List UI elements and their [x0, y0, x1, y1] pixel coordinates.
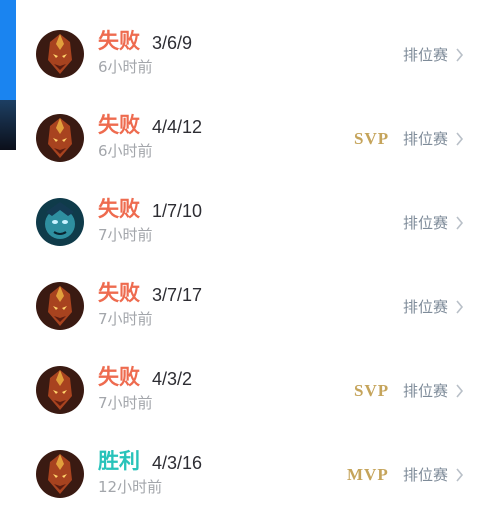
kda-score: 4/3/16	[152, 453, 203, 473]
match-row[interactable]: 失败 1/7/10 7小时前 排位赛	[0, 168, 500, 252]
game-mode-label: 排位赛	[403, 382, 449, 400]
kda-score: 4/3/2	[152, 369, 193, 389]
match-result-label: 失败	[98, 365, 140, 389]
match-result-label: 失败	[98, 197, 140, 221]
match-time: 6小时前	[98, 58, 153, 76]
armored-hero-avatar-icon	[36, 450, 84, 498]
kda-score: 4/4/12	[152, 117, 203, 137]
kda-score: 3/6/9	[152, 33, 193, 53]
game-mode-label: 排位赛	[403, 214, 449, 232]
game-mode-label: 排位赛	[403, 46, 449, 64]
chevron-right-icon	[456, 300, 464, 314]
blue-hero-avatar-icon	[36, 198, 84, 246]
svp-badge: SVP	[354, 381, 390, 400]
match-row[interactable]: 失败 4/3/2 7小时前 SVP 排位赛	[0, 336, 500, 420]
armored-hero-avatar-icon	[36, 282, 84, 330]
match-row[interactable]: 失败 3/6/9 6小时前 排位赛	[0, 0, 500, 84]
match-time: 7小时前	[98, 226, 153, 244]
chevron-right-icon	[456, 216, 464, 230]
match-result-label: 失败	[98, 281, 140, 305]
kda-score: 3/7/17	[152, 285, 203, 305]
match-time: 7小时前	[98, 394, 153, 412]
armored-hero-avatar-icon	[36, 30, 84, 78]
match-list: 失败 3/6/9 6小时前 排位赛 失败 4/4/12 6小时前 SVP 排位赛…	[0, 0, 500, 504]
game-mode-label: 排位赛	[403, 298, 449, 316]
match-result-label: 胜利	[98, 449, 140, 473]
mvp-badge: MVP	[347, 465, 389, 484]
chevron-right-icon	[456, 468, 464, 482]
chevron-right-icon	[456, 132, 464, 146]
chevron-right-icon	[456, 384, 464, 398]
match-result-label: 失败	[98, 113, 140, 137]
match-time: 6小时前	[98, 142, 153, 160]
chevron-right-icon	[456, 48, 464, 62]
svp-badge: SVP	[354, 129, 390, 148]
match-row[interactable]: 失败 3/7/17 7小时前 排位赛	[0, 252, 500, 336]
match-time: 7小时前	[98, 310, 153, 328]
match-row[interactable]: 失败 4/4/12 6小时前 SVP 排位赛	[0, 84, 500, 168]
armored-hero-avatar-icon	[36, 114, 84, 162]
match-row[interactable]: 胜利 4/3/16 12小时前 MVP 排位赛	[0, 420, 500, 504]
kda-score: 1/7/10	[152, 201, 203, 221]
match-history-screen: 失败 3/6/9 6小时前 排位赛 失败 4/4/12 6小时前 SVP 排位赛…	[0, 0, 500, 532]
game-mode-label: 排位赛	[403, 130, 449, 148]
match-time: 12小时前	[98, 478, 163, 496]
match-result-label: 失败	[98, 29, 140, 53]
armored-hero-avatar-icon	[36, 366, 84, 414]
game-mode-label: 排位赛	[403, 466, 449, 484]
